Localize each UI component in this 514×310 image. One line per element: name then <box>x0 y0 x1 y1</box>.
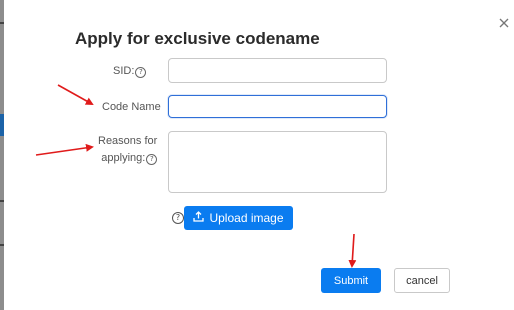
upload-image-label: Upload image <box>209 211 284 225</box>
question-circle-icon[interactable]: ? <box>135 67 147 78</box>
upload-icon <box>193 211 205 225</box>
sid-input[interactable] <box>168 58 387 83</box>
reasons-label-line1: Reasons for <box>98 135 158 147</box>
code-name-label: Code Name <box>102 101 161 113</box>
reasons-label-line2: applying: <box>101 152 146 164</box>
reasons-label: Reasons for applying:? <box>98 133 158 167</box>
question-circle-icon[interactable]: ? <box>172 212 184 224</box>
cancel-button[interactable]: cancel <box>394 268 450 293</box>
upload-image-button[interactable]: Upload image <box>184 206 293 230</box>
sid-label-text: SID: <box>113 65 135 77</box>
reasons-textarea[interactable] <box>168 131 387 193</box>
codename-application-dialog: Apply for exclusive codename SID:? Code … <box>4 0 514 310</box>
question-circle-icon[interactable]: ? <box>146 154 158 165</box>
dialog-title: Apply for exclusive codename <box>75 29 320 48</box>
code-name-input[interactable] <box>168 95 387 118</box>
sid-label: SID:? <box>113 65 147 78</box>
close-icon[interactable] <box>497 16 511 30</box>
submit-button[interactable]: Submit <box>321 268 381 293</box>
